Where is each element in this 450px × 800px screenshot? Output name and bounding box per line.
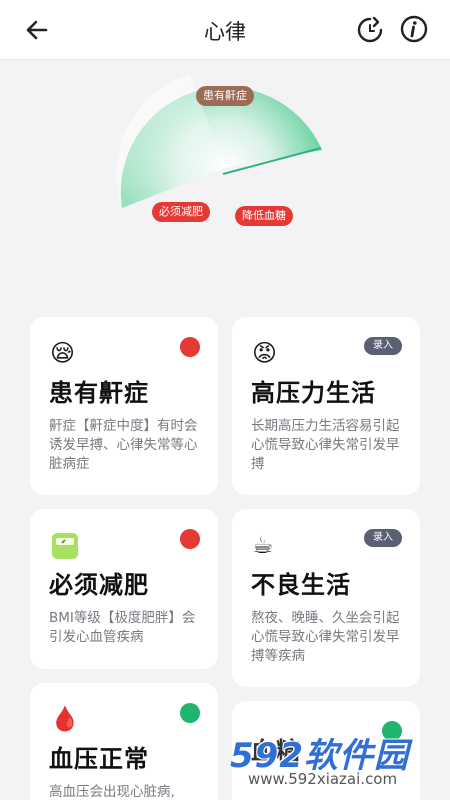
card-snoring[interactable]: 😪 患有鼾症 鼾症【鼾症中度】有时会诱发早搏、心律失常等心脏病症 <box>30 317 218 495</box>
card-description: BMI等级【极度肥胖】会引发心血管疾病 <box>49 610 196 645</box>
top-bar: 心律 <box>0 0 450 60</box>
card-description: 长期高压力生活容易引起心慌导致心律失常引发早搏 <box>251 418 400 472</box>
record-badge[interactable]: 录入 <box>364 337 402 355</box>
card-title: 患有鼾症 <box>49 379 149 407</box>
blood-bag-icon: 🩸 <box>50 705 80 733</box>
gauge-tag-blood-sugar: 降低血糖 <box>235 206 293 226</box>
card-title: 必须减肥 <box>49 571 149 599</box>
card-title: 高压力生活 <box>251 379 376 407</box>
card-description: 高血压会出现心脏病, <box>49 784 175 800</box>
card-blood-sugar[interactable]: 血糖 <box>232 701 420 800</box>
card-title: 血糖 <box>251 737 301 765</box>
card-bad-lifestyle[interactable]: ☕ 录入 不良生活 熬夜、晚睡、久坐会引起心慌导致心律失常引发早搏等疾病 <box>232 509 420 687</box>
status-dot-red <box>180 337 200 357</box>
status-dot-green <box>382 721 402 741</box>
card-blood-pressure[interactable]: 🩸 血压正常 高血压会出现心脏病, <box>30 683 218 800</box>
refresh-icon <box>357 16 383 43</box>
card-title: 不良生活 <box>251 571 351 599</box>
scale-icon <box>52 533 78 559</box>
card-weight-loss[interactable]: ⚖ 必须减肥 BMI等级【极度肥胖】会引发心血管疾病 <box>30 509 218 669</box>
risk-gauge: 患有鼾症 必须减肥 降低血糖 <box>110 68 340 243</box>
record-badge[interactable]: 录入 <box>364 529 402 547</box>
coffee-icon: ☕ <box>252 531 274 559</box>
refresh-button[interactable] <box>354 14 386 46</box>
gauge-tag-snoring: 患有鼾症 <box>196 86 254 106</box>
card-high-pressure[interactable]: 😡 录入 高压力生活 长期高压力生活容易引起心慌导致心律失常引发早搏 <box>232 317 420 495</box>
info-icon <box>400 15 428 43</box>
card-title: 血压正常 <box>49 745 149 773</box>
status-dot-red <box>180 529 200 549</box>
angry-face-icon: 😡 <box>252 339 278 367</box>
sleepy-face-icon: 😪 <box>50 339 76 367</box>
status-dot-green <box>180 703 200 723</box>
gauge-tag-weight: 必须减肥 <box>152 202 210 222</box>
card-description: 熬夜、晚睡、久坐会引起心慌导致心律失常引发早搏等疾病 <box>251 610 400 664</box>
card-description: 鼾症【鼾症中度】有时会诱发早搏、心律失常等心脏病症 <box>49 418 198 472</box>
info-button[interactable] <box>398 13 430 45</box>
